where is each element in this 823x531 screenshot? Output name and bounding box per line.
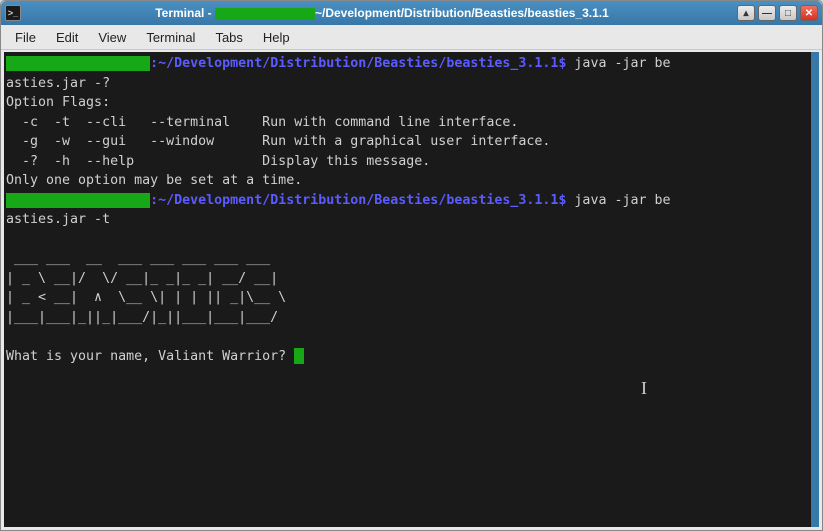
prompt-colon: : xyxy=(150,193,158,208)
terminal-window: >_ Terminal - ~/Development/Distribution… xyxy=(0,0,823,531)
titlebar[interactable]: >_ Terminal - ~/Development/Distribution… xyxy=(1,1,822,25)
maximize-button[interactable]: □ xyxy=(779,5,797,21)
title-path: ~/Development/Distribution/Beasties/beas… xyxy=(315,6,609,20)
line-wrap-1: asties.jar -? xyxy=(6,76,110,91)
line-prompt-1: :~/Development/Distribution/Beasties/bea… xyxy=(6,56,671,71)
menu-help[interactable]: Help xyxy=(253,27,300,48)
line-help-header: Option Flags: xyxy=(6,95,110,110)
menu-tabs[interactable]: Tabs xyxy=(205,27,252,48)
minimize-button[interactable]: — xyxy=(758,5,776,21)
line-ascii-4: |___|___|_||_|___/|_||___|___|___/ xyxy=(6,310,278,325)
terminal-content[interactable]: :~/Development/Distribution/Beasties/bea… xyxy=(6,54,817,525)
shade-button[interactable]: ▴ xyxy=(737,5,755,21)
menubar: File Edit View Terminal Tabs Help xyxy=(1,25,822,50)
app-icon: >_ xyxy=(5,5,21,21)
prompt-user-redacted xyxy=(6,193,150,208)
line-help-2: -g -w --gui --window Run with a graphica… xyxy=(6,134,550,149)
prompt-cmd: java -jar be xyxy=(566,56,670,71)
line-blank-2 xyxy=(6,329,14,344)
prompt-path: ~/Development/Distribution/Beasties/beas… xyxy=(158,56,558,71)
line-wrap-2: asties.jar -t xyxy=(6,212,110,227)
window-title: Terminal - ~/Development/Distribution/Be… xyxy=(27,6,737,20)
scrollbar[interactable] xyxy=(811,52,819,527)
title-user-redacted xyxy=(215,8,315,20)
prompt-cmd: java -jar be xyxy=(566,193,670,208)
line-help-footer: Only one option may be set at a time. xyxy=(6,173,302,188)
cursor-block xyxy=(294,348,304,364)
title-sep: - xyxy=(204,6,215,20)
window-controls: ▴ — □ ✕ xyxy=(737,5,818,21)
prompt-user-redacted xyxy=(6,56,150,71)
close-button[interactable]: ✕ xyxy=(800,5,818,21)
line-prompt-2: :~/Development/Distribution/Beasties/bea… xyxy=(6,193,671,208)
prompt-colon: : xyxy=(150,56,158,71)
line-blank-1 xyxy=(6,232,14,247)
prompt-path: ~/Development/Distribution/Beasties/beas… xyxy=(158,193,558,208)
line-question: What is your name, Valiant Warrior? xyxy=(6,349,294,364)
line-ascii-1: ___ ___ __ ___ ___ ___ ___ ___ xyxy=(6,251,278,266)
terminal-viewport[interactable]: :~/Development/Distribution/Beasties/bea… xyxy=(1,50,822,530)
menu-view[interactable]: View xyxy=(88,27,136,48)
line-ascii-3: | _ < __| ∧ \__ \| | | || _|\__ \ xyxy=(6,290,286,305)
menu-file[interactable]: File xyxy=(5,27,46,48)
line-ascii-2: | _ \ __|/ \/ __|_ _|_ _| __/ __| xyxy=(6,271,278,286)
title-app: Terminal xyxy=(155,6,204,20)
menu-edit[interactable]: Edit xyxy=(46,27,88,48)
menu-terminal[interactable]: Terminal xyxy=(136,27,205,48)
line-help-1: -c -t --cli --terminal Run with command … xyxy=(6,115,518,130)
line-help-3: -? -h --help Display this message. xyxy=(6,154,430,169)
ibeam-cursor-icon: I xyxy=(641,379,647,399)
